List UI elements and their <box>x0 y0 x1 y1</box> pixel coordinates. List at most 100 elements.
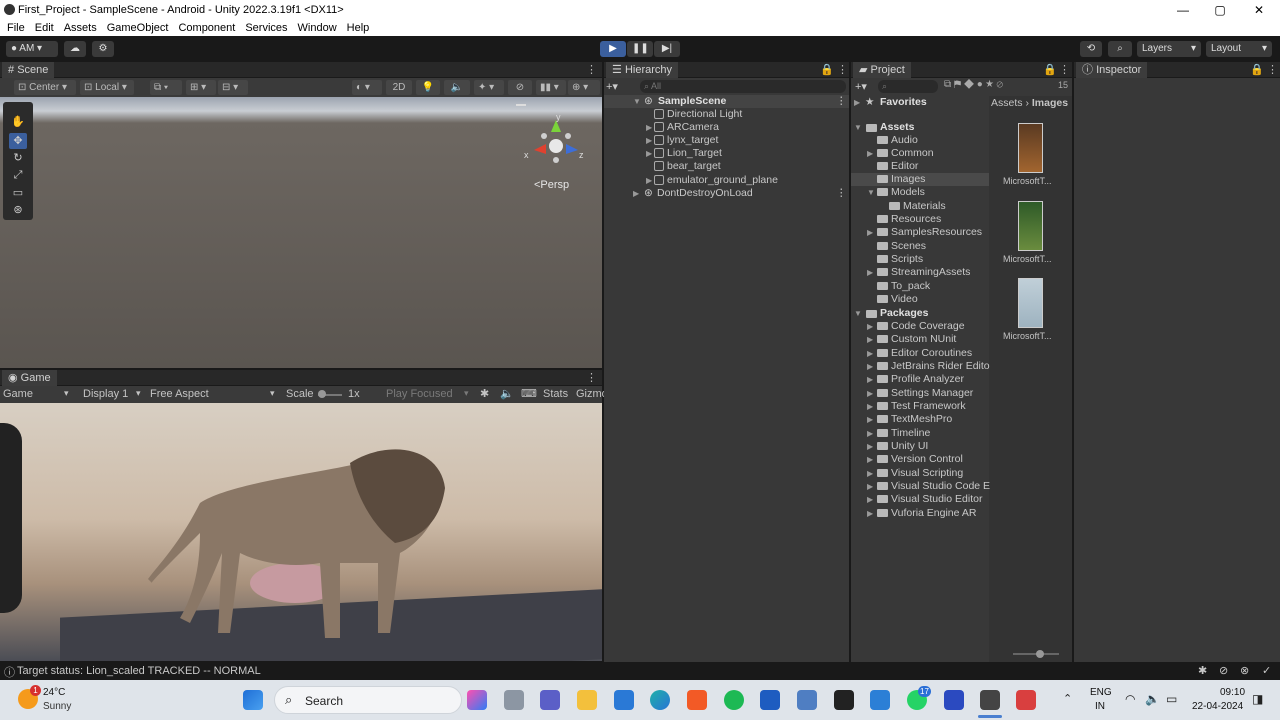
package-item[interactable]: ▶ Settings Manager <box>867 387 973 400</box>
photos-icon[interactable] <box>797 690 817 710</box>
collapse-arrow-icon[interactable]: ▶ <box>646 147 652 160</box>
collapse-arrow-icon[interactable]: ▶ <box>867 453 873 466</box>
folder-item[interactable]: Audio <box>877 134 918 147</box>
game-viewport[interactable] <box>0 403 602 661</box>
menu-services[interactable]: Services <box>245 22 287 34</box>
expand-arrow-icon[interactable]: ▼ <box>854 307 862 320</box>
app-icon[interactable] <box>944 690 964 710</box>
weather-desc[interactable]: Sunny <box>43 701 71 712</box>
taskbar-search-input[interactable]: ⌕ Search <box>274 686 462 714</box>
file-explorer-icon[interactable] <box>577 690 597 710</box>
layers-dropdown[interactable]: Layers ▾ <box>1137 41 1201 57</box>
package-item[interactable]: ▶ JetBrains Rider Edito <box>867 360 990 373</box>
effects-dropdown[interactable]: ✦ ▾ <box>474 80 504 95</box>
menu-component[interactable]: Component <box>178 22 235 34</box>
inspector-menu-icon[interactable]: ⋮ <box>1267 63 1278 76</box>
account-dropdown[interactable]: ● AM ▾ <box>6 41 58 57</box>
keyboard-icon[interactable]: ⌨ <box>521 387 537 400</box>
grid-snap-toggle[interactable]: ⊞ ▾ <box>186 80 216 95</box>
display-dropdown[interactable]: Display 1 <box>83 388 128 400</box>
package-item[interactable]: ▶ Timeline <box>867 427 930 440</box>
scene-row-menu-icon[interactable]: ⋮ <box>836 95 847 108</box>
package-item[interactable]: ▶ Vuforia Engine AR <box>867 507 976 520</box>
folder-item[interactable]: ▶ Common <box>867 147 934 160</box>
package-item[interactable]: ▶ Visual Studio Editor <box>867 493 982 506</box>
folder-item[interactable]: ▶ SamplesResources <box>867 226 982 239</box>
space-dropdown[interactable]: ⊡ Local ▾ <box>80 80 134 95</box>
pivot-dropdown[interactable]: ⊡ Center ▾ <box>14 80 76 95</box>
package-item[interactable]: ▶ Visual Studio Code E <box>867 480 990 493</box>
collapse-arrow-icon[interactable]: ▶ <box>646 121 652 134</box>
scene-viewport[interactable] <box>0 97 602 368</box>
folder-item[interactable]: Materials <box>889 200 946 213</box>
hierarchy-item[interactable]: ▶ ARCamera <box>646 121 719 134</box>
folder-item[interactable]: Resources <box>877 213 941 226</box>
collapse-arrow-icon[interactable]: ▶ <box>867 373 873 386</box>
hierarchy-search-input[interactable]: ⌕ All <box>640 80 846 93</box>
increment-snap-toggle[interactable]: ⊟ ▾ <box>218 80 248 95</box>
edge-icon[interactable] <box>650 690 670 710</box>
notification-icon[interactable]: ◨ <box>1252 692 1263 706</box>
game-mode-dropdown[interactable]: Game <box>3 388 33 400</box>
scale-tool-icon[interactable]: ⤢ <box>9 167 27 183</box>
maximize-button[interactable]: ▢ <box>1201 0 1239 20</box>
folder-item[interactable]: Scripts <box>877 253 923 266</box>
pause-button[interactable]: ❚❚ <box>627 41 653 57</box>
package-item[interactable]: ▶ Version Control <box>867 453 963 466</box>
folder-item[interactable]: ▶ StreamingAssets <box>867 266 970 279</box>
gizmo-lock-icon[interactable] <box>516 104 526 106</box>
collapse-arrow-icon[interactable]: ▶ <box>867 266 873 279</box>
play-focused-dropdown[interactable]: Play Focused <box>386 388 453 400</box>
tab-scene[interactable]: # Scene <box>2 62 55 78</box>
tab-game[interactable]: ◉ Game <box>2 370 57 386</box>
snipping-tool-icon[interactable] <box>1016 690 1036 710</box>
folder-item[interactable]: To_pack <box>877 280 930 293</box>
hierarchy-item[interactable]: ▶ lynx_target <box>646 134 718 147</box>
audio-toggle-icon[interactable]: 🔈 <box>444 80 470 95</box>
collapse-arrow-icon[interactable]: ▶ <box>867 320 873 333</box>
package-item[interactable]: ▶ TextMeshPro <box>867 413 952 426</box>
collapse-arrow-icon[interactable]: ▶ <box>867 347 873 360</box>
package-item[interactable]: ▶ Visual Scripting <box>867 467 963 480</box>
weather-temp[interactable]: 24°C <box>43 687 65 698</box>
brave-icon[interactable] <box>687 690 707 710</box>
image-thumbnail-lion[interactable] <box>1018 123 1043 173</box>
folder-item-selected[interactable]: Images <box>851 173 989 186</box>
collapse-arrow-icon[interactable]: ▶ <box>867 480 873 493</box>
unity-hub-icon[interactable] <box>834 690 854 710</box>
menu-gameobject[interactable]: GameObject <box>107 22 169 34</box>
image-thumbnail-lynx[interactable] <box>1018 201 1043 251</box>
task-view-icon[interactable] <box>504 690 524 710</box>
package-item[interactable]: ▶ Editor Coroutines <box>867 347 972 360</box>
package-item[interactable]: ▶ Custom NUnit <box>867 333 956 346</box>
collapse-arrow-icon[interactable]: ▶ <box>867 226 873 239</box>
package-item[interactable]: ▶ Profile Analyzer <box>867 373 964 386</box>
hand-tool-icon[interactable]: ✋ <box>9 114 27 130</box>
collapse-arrow-icon[interactable]: ▶ <box>867 147 873 160</box>
lighting-toggle-icon[interactable]: 💡 <box>416 80 440 95</box>
battery-icon[interactable]: ▭ <box>1166 692 1177 706</box>
transform-tool-icon[interactable]: ⊛ <box>9 202 27 218</box>
thumbnail-size-handle[interactable] <box>1036 650 1044 658</box>
orientation-gizmo[interactable] <box>526 116 586 166</box>
package-item[interactable]: ▶ Code Coverage <box>867 320 965 333</box>
visibility-toggle-icon[interactable]: ⊘ <box>508 80 532 95</box>
project-menu-icon[interactable]: ⋮ <box>1059 63 1070 76</box>
collapse-arrow-icon[interactable]: ▶ <box>633 187 639 200</box>
show-hidden-icons[interactable]: ⌃ <box>1063 692 1072 705</box>
mute-status-icon[interactable]: ⊘ <box>1219 664 1228 677</box>
store-icon[interactable] <box>614 690 634 710</box>
hierarchy-item[interactable]: Directional Light <box>654 108 742 121</box>
breadcrumb-assets[interactable]: Assets <box>991 97 1023 109</box>
project-add-button[interactable]: +▾ <box>855 80 867 93</box>
collapse-arrow-icon[interactable]: ▶ <box>867 360 873 373</box>
copilot-icon[interactable] <box>467 690 487 710</box>
hierarchy-add-button[interactable]: +▾ <box>606 80 634 94</box>
collapse-arrow-icon[interactable]: ▶ <box>867 440 873 453</box>
play-button[interactable]: ▶ <box>600 41 626 57</box>
tab-inspector[interactable]: ⓘ Inspector <box>1076 62 1148 78</box>
cloud-icon[interactable]: ☁ <box>64 41 86 57</box>
gizmos-button[interactable]: Gizmo <box>576 388 608 400</box>
aspect-dropdown[interactable]: Free Aspect <box>150 388 209 400</box>
collapse-arrow-icon[interactable]: ▶ <box>867 400 873 413</box>
